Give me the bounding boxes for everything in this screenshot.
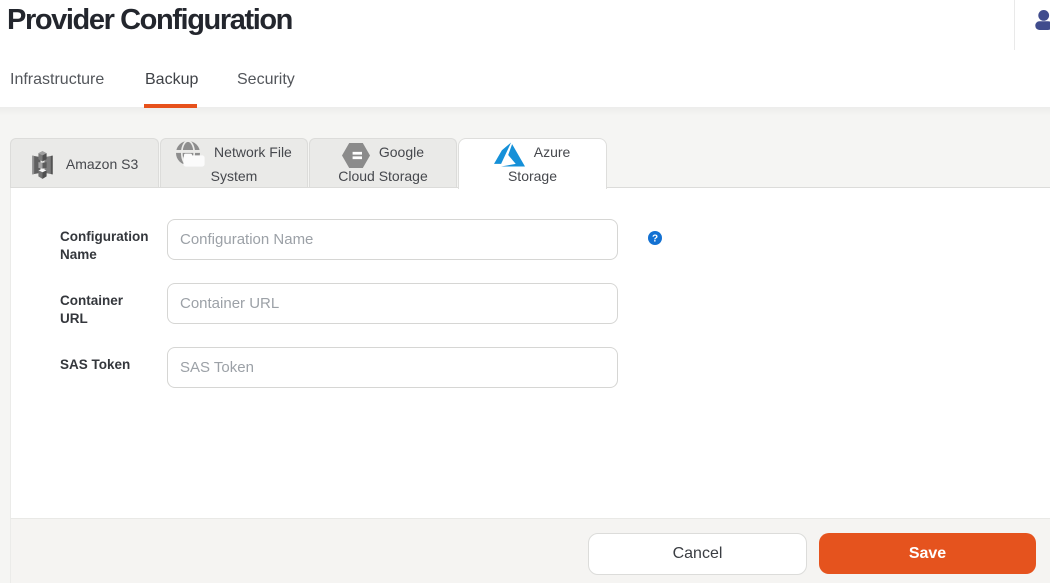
svg-text:?: ? xyxy=(652,233,658,244)
